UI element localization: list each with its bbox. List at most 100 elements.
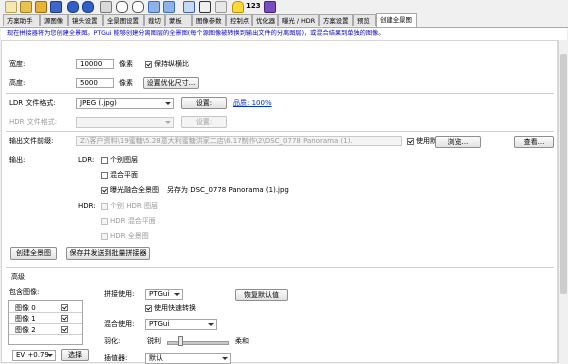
output-label: 输出: (9, 156, 26, 164)
interpolator-value: 默认 (149, 354, 163, 362)
blender-select[interactable]: PTGui (145, 319, 217, 330)
feather-label: 羽化: (104, 337, 121, 345)
tab-panorama-settings[interactable]: 全景图设置 (103, 14, 144, 26)
image-name: 图像 1 (15, 315, 36, 323)
divider (6, 267, 554, 268)
save-icon[interactable] (35, 1, 47, 13)
output-prefix-label: 输出文件前缀: (9, 137, 54, 145)
align-icon[interactable] (100, 1, 112, 13)
tab-preview[interactable]: 预览 (353, 14, 376, 26)
tab-create-panorama[interactable]: 创建全景图 (376, 13, 417, 27)
hdr-panorama-label: HDR 全景图 (110, 232, 149, 240)
optimal-size-button[interactable]: 设置优化尺寸... (143, 77, 199, 89)
toolbar: 123 (0, 0, 568, 13)
stitcher-value: PTGui (149, 290, 170, 298)
chevron-down-icon (165, 121, 171, 124)
zoom-out-icon[interactable] (132, 1, 144, 13)
undo-icon[interactable] (67, 1, 79, 13)
blender-label: 混合使用: (104, 320, 135, 328)
ldr-blended-planes-checkbox[interactable] (101, 172, 108, 179)
interpolator-select[interactable]: 默认 (145, 353, 231, 364)
restore-defaults-button[interactable]: 恢复默认值 (235, 289, 288, 301)
select-button[interactable]: 选择 (61, 349, 89, 361)
ev-value: EV +0.79 (16, 351, 49, 359)
ev-select[interactable]: EV +0.79 (12, 350, 56, 361)
hdr-settings-button[interactable]: 设置: (181, 116, 227, 128)
divider (6, 93, 554, 94)
height-label: 高度: (9, 79, 26, 87)
include-image-checkbox[interactable] (61, 326, 68, 333)
new-file-icon[interactable] (5, 1, 17, 13)
hdr-individual-layers-label: 个别 HDR 图层 (110, 202, 158, 210)
tab-project-assistant[interactable]: 方案助手 (3, 14, 40, 26)
height-input[interactable]: 5000 (76, 78, 114, 88)
interpolator-label: 插值器: (104, 354, 128, 362)
hdr-output-label: HDR: (78, 202, 96, 210)
hdr-format-label: HDR 文件格式: (9, 118, 58, 126)
ldr-individual-layers-label: 个别图层 (110, 156, 138, 164)
width-input[interactable]: 10000 (76, 59, 114, 69)
tab-source-images[interactable]: 源图像 (40, 14, 68, 26)
ldr-format-value: JPEG (.jpg) (80, 99, 117, 107)
tab-control-points[interactable]: 控制点 (226, 14, 252, 26)
blender-value: PTGui (149, 320, 170, 328)
ldr-blended-planes-label: 混合平面 (110, 171, 138, 179)
keep-ratio-checkbox[interactable] (145, 61, 152, 68)
fast-transform-checkbox[interactable] (145, 305, 152, 312)
tab-lens-settings[interactable]: 镜头设置 (68, 14, 103, 26)
pin-icon[interactable] (264, 1, 276, 13)
image-name: 图像 0 (15, 304, 36, 312)
feather-slider-thumb[interactable] (178, 336, 183, 346)
width-label: 宽度: (9, 60, 26, 68)
open-folder-icon[interactable] (20, 1, 32, 13)
hdr-panorama-checkbox[interactable] (101, 233, 108, 240)
forward-icon[interactable] (163, 1, 175, 13)
ldr-format-select[interactable]: JPEG (.jpg) (76, 98, 174, 109)
hdr-format-select[interactable] (76, 117, 174, 128)
table-icon[interactable] (199, 1, 211, 13)
ldr-exposure-fusion-label: 曝光融合全景图 (110, 186, 159, 194)
width-unit-label: 像素 (119, 60, 133, 68)
tab-mask[interactable]: 蒙板 (165, 14, 192, 26)
ldr-exposure-fusion-checkbox[interactable] (101, 187, 108, 194)
include-images-list[interactable]: 图像 0 图像 1 图像 2 (8, 300, 83, 345)
feather-sharp-label: 锐利 (147, 337, 161, 345)
redo-icon[interactable] (82, 1, 94, 13)
checkpoint-icon[interactable] (215, 1, 227, 13)
view-button[interactable]: 查看... (514, 136, 554, 148)
create-panorama-button[interactable]: 创建全景图 (10, 247, 57, 260)
save-as-icon[interactable] (50, 1, 62, 13)
chevron-down-icon (174, 293, 180, 296)
ldr-individual-layers-checkbox[interactable] (101, 157, 108, 164)
include-image-checkbox[interactable] (61, 304, 68, 311)
include-image-checkbox[interactable] (61, 315, 68, 322)
feather-slider-track[interactable] (167, 341, 229, 345)
tab-bar: 方案助手 源图像 镜头设置 全景图设置 裁切 蒙板 图像参数 控制点 优化器 曝… (0, 13, 568, 28)
zoom-in-icon[interactable] (116, 1, 128, 13)
feather-soft-label: 柔和 (235, 337, 249, 345)
scrollbar-thumb[interactable] (560, 54, 567, 294)
list-item[interactable]: 图像 1 (9, 314, 82, 324)
tab-crop[interactable]: 裁切 (144, 14, 165, 26)
tab-exposure-hdr[interactable]: 曝光 / HDR (278, 14, 319, 26)
keep-ratio-label: 保持纵横比 (154, 60, 189, 68)
lightbulb-icon[interactable] (232, 1, 244, 13)
back-icon[interactable] (148, 1, 160, 13)
tab-project-settings[interactable]: 方案设置 (319, 14, 353, 26)
save-and-send-batch-button[interactable]: 保存并发送到批量拼接器 (66, 247, 150, 260)
tab-image-parameters[interactable]: 图像参数 (192, 14, 226, 26)
list-item[interactable]: 图像 2 (9, 325, 82, 335)
tab-optimizer[interactable]: 优化器 (252, 14, 278, 26)
quality-link[interactable]: 品质: 100% (233, 99, 272, 108)
hdr-blended-planes-checkbox[interactable] (101, 218, 108, 225)
preview-icon[interactable] (183, 1, 195, 13)
stitcher-select[interactable]: PTGui (145, 289, 183, 300)
output-prefix-input[interactable]: Z:\客户资料\19蜜糖\5.28意大利蜜糖洪家二店\6.17制作\2\DSC_… (76, 136, 402, 146)
browse-button[interactable]: 浏览... (435, 136, 481, 148)
advanced-section-label: 高级 (11, 273, 25, 281)
use-default-checkbox[interactable] (407, 138, 414, 145)
vertical-scrollbar[interactable] (558, 40, 568, 363)
ldr-settings-button[interactable]: 设置: (181, 97, 227, 109)
hdr-individual-layers-checkbox[interactable] (101, 203, 108, 210)
list-item[interactable]: 图像 0 (9, 303, 82, 313)
